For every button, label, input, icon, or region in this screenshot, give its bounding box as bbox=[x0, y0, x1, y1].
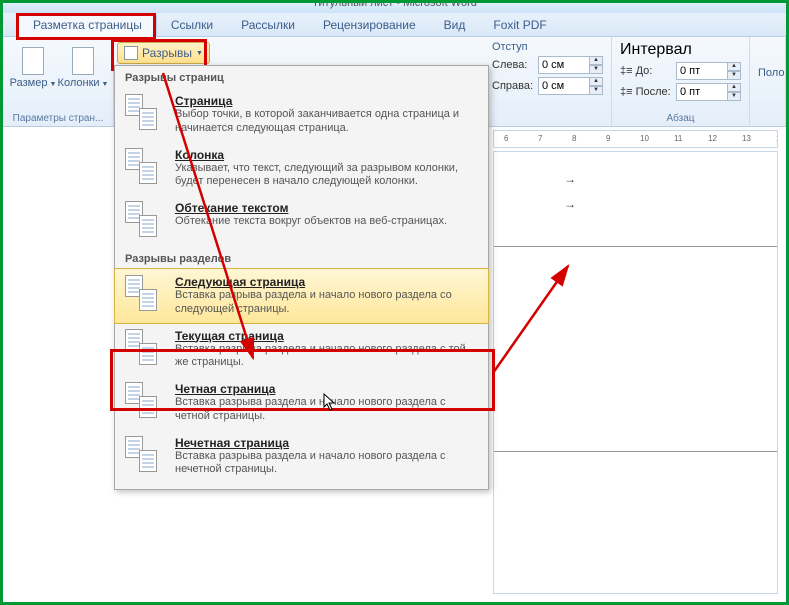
spinner-up[interactable]: ▲ bbox=[727, 62, 741, 71]
mouse-cursor-icon bbox=[323, 393, 339, 416]
page-2 bbox=[494, 252, 777, 452]
dd-item-text-wrap[interactable]: Обтекание текстомОбтекание текста вокруг… bbox=[115, 195, 488, 247]
ruler-tick: 6 bbox=[504, 134, 508, 143]
spacing-after-input[interactable] bbox=[676, 83, 728, 101]
odd-page-section-icon bbox=[125, 436, 165, 476]
indent-right-input[interactable] bbox=[538, 77, 590, 95]
ruler-tick: 8 bbox=[572, 134, 576, 143]
dd-section-breaks-header: Разрывы разделов bbox=[115, 247, 488, 269]
title-bar: Титульный лист - Microsoft Word bbox=[3, 3, 786, 13]
chevron-down-icon: ▼ bbox=[49, 81, 56, 88]
chevron-down-icon: ▼ bbox=[196, 50, 203, 57]
ruler-tick: 12 bbox=[708, 134, 717, 143]
ruler-tick: 10 bbox=[640, 134, 649, 143]
page-1: → → bbox=[494, 152, 777, 247]
columns-icon bbox=[72, 47, 94, 75]
interval-header: Интервал bbox=[620, 41, 741, 59]
continuous-section-icon bbox=[125, 329, 165, 369]
tab-review[interactable]: Рецензирование bbox=[309, 14, 430, 36]
text-wrap-icon bbox=[125, 201, 165, 241]
even-page-section-icon bbox=[125, 382, 165, 422]
dd-item-page[interactable]: СтраницаВыбор точки, в которой заканчива… bbox=[115, 88, 488, 142]
dd-item-odd-page[interactable]: Нечетная страницаВставка разрыва раздела… bbox=[115, 430, 488, 484]
spacing-after-label: ‡≡ После: bbox=[620, 86, 676, 98]
spinner-down[interactable]: ▼ bbox=[727, 92, 741, 101]
indent-header: Отступ bbox=[492, 41, 603, 53]
next-page-section-icon bbox=[125, 275, 165, 315]
page-break-icon bbox=[125, 94, 165, 134]
indent-left-input[interactable] bbox=[538, 56, 590, 74]
document-area[interactable]: → → Разрыв раздела (со следующей страниц… bbox=[493, 151, 778, 594]
dd-item-continuous[interactable]: Текущая страницаВставка разрыва раздела … bbox=[115, 323, 488, 377]
ruler-tick: 13 bbox=[742, 134, 751, 143]
tab-mark-icon: → bbox=[564, 197, 576, 211]
spinner-down[interactable]: ▼ bbox=[589, 86, 603, 95]
spinner-down[interactable]: ▼ bbox=[589, 65, 603, 74]
tab-view[interactable]: Вид bbox=[430, 14, 480, 36]
tab-references[interactable]: Ссылки bbox=[157, 14, 227, 36]
dd-item-even-page[interactable]: Четная страницаВставка разрыва раздела и… bbox=[115, 376, 488, 430]
tab-mark-icon: → bbox=[564, 172, 576, 186]
spacing-before-label: ‡≡ До: bbox=[620, 65, 676, 77]
breaks-button[interactable]: Разрывы ▼ bbox=[117, 42, 210, 64]
columns-button[interactable]: Колонки▼ bbox=[61, 47, 105, 89]
tab-foxit[interactable]: Foxit PDF bbox=[479, 14, 560, 36]
size-button[interactable]: Размер▼ bbox=[11, 47, 55, 89]
spinner-up[interactable]: ▲ bbox=[589, 56, 603, 65]
ruler-tick: 9 bbox=[606, 134, 610, 143]
group-indent: Отступ Слева: ▲▼ Справа: ▲▼ bbox=[484, 37, 612, 126]
spinner-up[interactable]: ▲ bbox=[727, 83, 741, 92]
tab-mailings[interactable]: Рассылки bbox=[227, 14, 309, 36]
ribbon-tabs: Разметка страницы Ссылки Рассылки Реценз… bbox=[3, 13, 786, 37]
horizontal-ruler[interactable]: 6 7 8 9 10 11 12 13 14 bbox=[493, 130, 778, 148]
group-paragraph-label: Абзац bbox=[620, 111, 741, 124]
dd-page-breaks-header: Разрывы страниц bbox=[115, 66, 488, 88]
spinner-down[interactable]: ▼ bbox=[727, 71, 741, 80]
group-page-params: Размер▼ Колонки▼ Параметры стран... bbox=[3, 37, 114, 126]
spacing-before-input[interactable] bbox=[676, 62, 728, 80]
ruler-tick: 11 bbox=[674, 134, 682, 143]
ruler-tick: 14 bbox=[776, 134, 778, 143]
column-break-icon bbox=[125, 148, 165, 188]
breaks-icon bbox=[124, 46, 138, 60]
dd-item-column[interactable]: КолонкаУказывает, что текст, следующий з… bbox=[115, 142, 488, 196]
dd-item-next-page[interactable]: Следующая страницаВставка разрыва раздел… bbox=[114, 268, 489, 324]
window-title: Титульный лист - Microsoft Word bbox=[312, 3, 477, 9]
group-page-params-label: Параметры стран... bbox=[11, 111, 105, 124]
indent-right-label: Справа: bbox=[492, 80, 538, 92]
page-size-icon bbox=[22, 47, 44, 75]
ruler-tick: 7 bbox=[538, 134, 542, 143]
chevron-down-icon: ▼ bbox=[102, 81, 109, 88]
breaks-dropdown: Разрывы страниц СтраницаВыбор точки, в к… bbox=[114, 65, 489, 490]
indent-left-label: Слева: bbox=[492, 59, 538, 71]
tab-page-layout[interactable]: Разметка страницы bbox=[18, 13, 157, 37]
group-interval: Интервал ‡≡ До: ▲▼ ‡≡ После: ▲▼ Абзац bbox=[612, 37, 750, 126]
spinner-up[interactable]: ▲ bbox=[589, 77, 603, 86]
group-arrange-cut: Поло bbox=[750, 37, 786, 126]
